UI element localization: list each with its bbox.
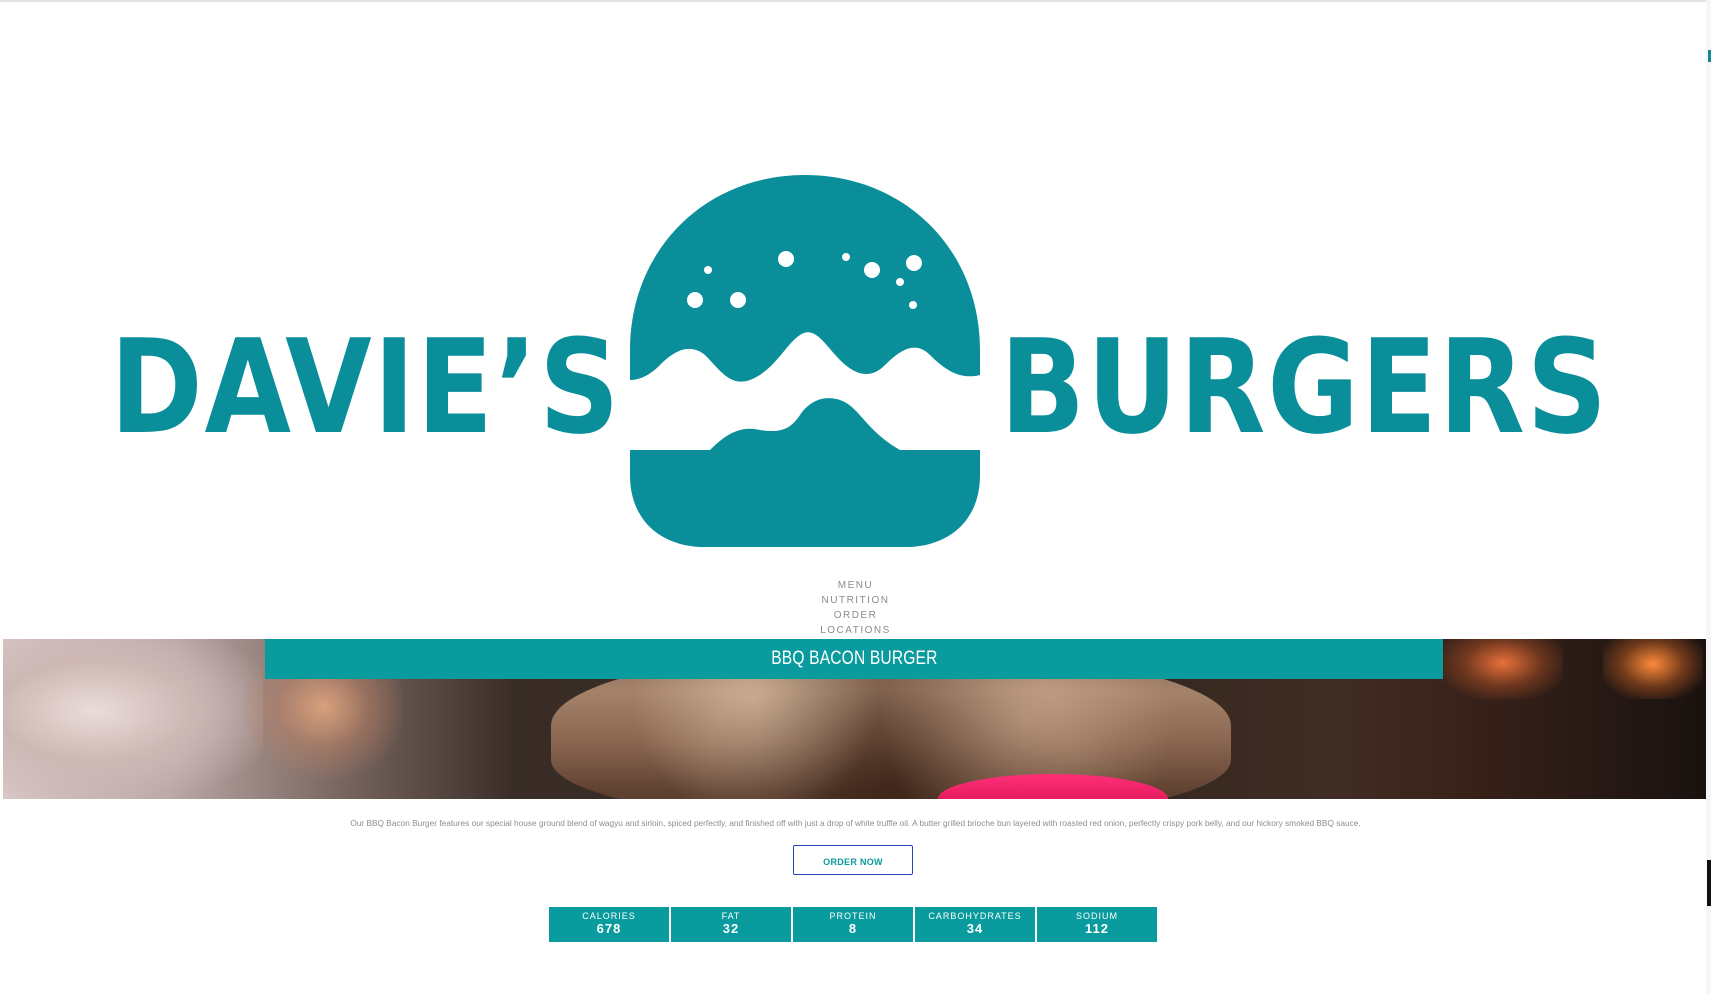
nav-item-nutrition[interactable]: NUTRITION — [0, 593, 1711, 608]
stat-value: 32 — [722, 921, 740, 936]
stat-value: 678 — [596, 921, 622, 936]
hero-bokeh-left — [3, 639, 263, 799]
nav-item-order[interactable]: ORDER — [0, 608, 1711, 623]
logo-text-right: BURGERS — [1000, 311, 1609, 463]
stat-value: 34 — [966, 921, 984, 936]
page: DAVIE’S BURGERS MENU NUTRITION ORDER LOC… — [0, 0, 1711, 994]
stat-label: PROTEIN — [829, 911, 877, 921]
site-logo[interactable]: DAVIE’S BURGERS — [0, 0, 1711, 570]
nav-item-menu[interactable]: MENU — [0, 578, 1711, 593]
stat-carbohydrates: CARBOHYDRATES 34 — [915, 907, 1035, 942]
stat-value: 112 — [1085, 921, 1109, 936]
product-description: Our BBQ Bacon Burger features our specia… — [350, 818, 1361, 829]
burger-logo-icon — [630, 175, 980, 547]
stat-label: CARBOHYDRATES — [928, 911, 1022, 921]
product-title-banner: BBQ BACON BURGER — [265, 639, 1443, 679]
nutrition-stats: CALORIES 678 FAT 32 PROTEIN 8 CARBOHYDRA… — [549, 907, 1159, 942]
stat-protein: PROTEIN 8 — [793, 907, 913, 942]
stat-label: SODIUM — [1076, 911, 1118, 921]
hero-bokeh-far-right — [1603, 639, 1703, 699]
stat-label: FAT — [721, 911, 741, 921]
stat-label: CALORIES — [582, 911, 636, 921]
hero-bokeh-right — [1443, 639, 1563, 699]
scrollbar-thumb[interactable] — [1707, 860, 1711, 906]
logo-text-left: DAVIE’S — [110, 311, 622, 463]
stat-value: 8 — [848, 921, 858, 936]
stat-sodium: SODIUM 112 — [1037, 907, 1157, 942]
stat-fat: FAT 32 — [671, 907, 791, 942]
main-nav: MENU NUTRITION ORDER LOCATIONS — [0, 578, 1711, 638]
nav-item-locations[interactable]: LOCATIONS — [0, 623, 1711, 638]
order-now-button[interactable]: ORDER NOW — [793, 845, 913, 875]
product-title: BBQ BACON BURGER — [770, 648, 938, 669]
stat-calories: CALORIES 678 — [549, 907, 669, 942]
